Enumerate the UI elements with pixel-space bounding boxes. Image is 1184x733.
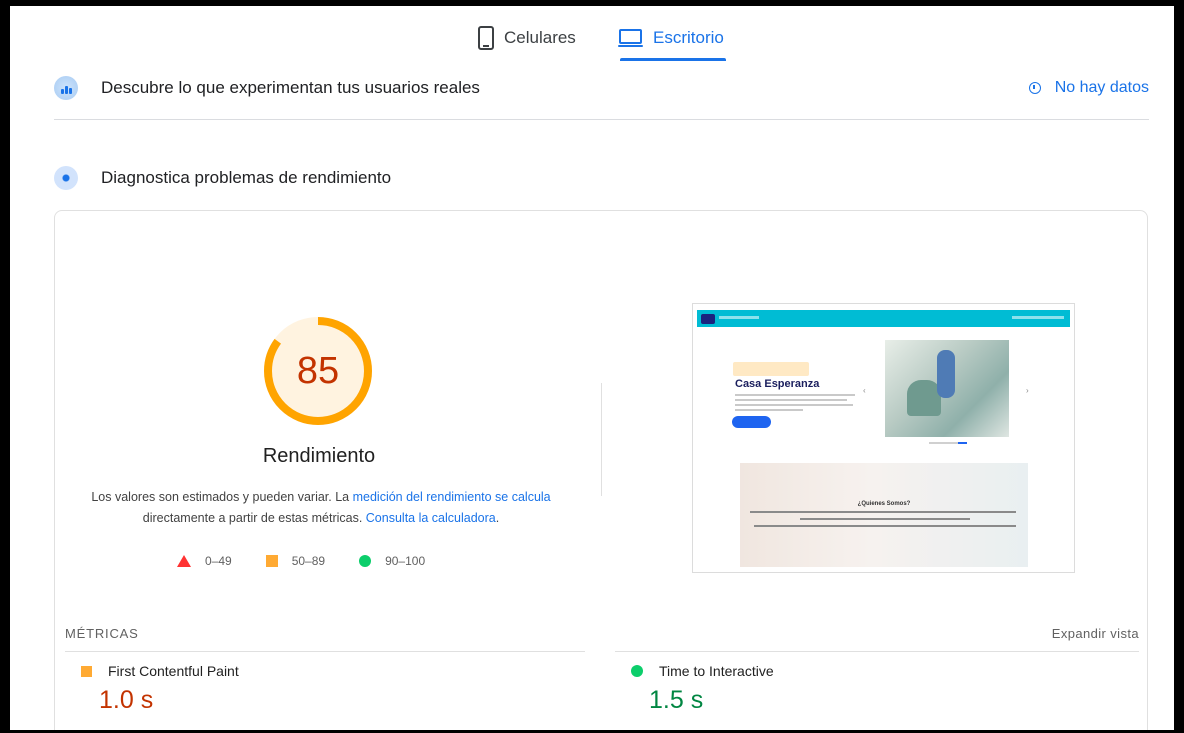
metrics-divider-right [615, 651, 1139, 652]
metric-value: 1.5 s [649, 686, 704, 714]
performance-card: 85 Rendimiento Los valores son estimados… [54, 210, 1148, 730]
chevron-left-icon: ‹ [863, 386, 866, 395]
metric-name: Time to Interactive [659, 663, 774, 679]
legend-item-average: 50–89 [265, 554, 326, 568]
thumb-section-title: ¿Quienes Somos? [857, 501, 911, 507]
field-data-section[interactable]: Descubre lo que experimentan tus usuario… [54, 68, 1149, 108]
info-icon [1028, 82, 1041, 94]
no-data-label: No hay datos [1054, 79, 1149, 96]
expand-view-button[interactable]: Expandir vista [1052, 626, 1139, 641]
tab-desktop[interactable]: Escritorio [618, 20, 724, 56]
legend-item-fail: 0–49 [177, 554, 232, 568]
calculator-link[interactable]: Consulta la calculadora [366, 511, 496, 525]
no-data-link[interactable]: No hay datos [1028, 79, 1149, 97]
thumb-carousel-dots [929, 442, 967, 444]
lab-data-section: Diagnostica problemas de rendimiento [54, 158, 1149, 198]
legend-range-fail: 0–49 [205, 554, 232, 568]
field-data-title: Descubre lo que experimentan tus usuario… [101, 78, 480, 97]
circle-icon [631, 665, 643, 677]
tab-desktop-label: Escritorio [653, 28, 724, 47]
active-tab-indicator [620, 58, 726, 61]
laptop-icon [618, 28, 643, 48]
lab-data-title: Diagnostica problemas de rendimiento [101, 168, 392, 187]
legend-range-average: 50–89 [291, 554, 326, 568]
desc-text-2: directamente a partir de estas métricas. [142, 511, 366, 525]
performance-gauge[interactable]: 85 [262, 315, 374, 427]
metrics-header: MÉTRICAS Expandir vista [65, 623, 1139, 653]
metric-value: 1.0 s [99, 686, 154, 714]
thumb-about-section: ¿Quienes Somos? [740, 463, 1028, 567]
metrics-title: MÉTRICAS [65, 626, 139, 641]
pagespeed-report: Celulares Escritorio Descubre lo que exp… [10, 6, 1174, 730]
metrics-divider-left [65, 651, 585, 652]
legend-item-pass: 90–100 [359, 554, 425, 568]
score-legend: 0–49 50–89 90–100 [177, 551, 459, 571]
measurement-link[interactable]: medición del rendimiento se calcula [353, 490, 551, 504]
device-tabs: Celulares Escritorio [10, 6, 1174, 64]
metric-first-contentful-paint: First Contentful Paint 1.0 s [81, 663, 239, 715]
vertical-divider [601, 383, 602, 496]
performance-label: Rendimiento [262, 445, 376, 467]
thumb-hero-photo [885, 340, 1009, 437]
thumb-navbar [697, 310, 1070, 327]
tab-mobile[interactable]: Celulares [478, 20, 576, 56]
square-icon [265, 555, 278, 567]
desc-text-3: . [495, 511, 500, 525]
triangle-icon [177, 555, 191, 567]
section-divider [54, 119, 1149, 120]
square-icon [81, 665, 92, 677]
tab-mobile-label: Celulares [504, 28, 576, 47]
performance-score: 85 [296, 349, 340, 392]
chevron-right-icon: › [1026, 386, 1029, 395]
thumb-button [732, 416, 771, 428]
circle-icon [359, 555, 372, 567]
desc-text-1: Los valores son estimados y pueden varia… [91, 490, 353, 504]
score-description: Los valores son estimados y pueden varia… [87, 487, 555, 529]
thumb-badge [733, 362, 809, 376]
thumb-logo [701, 314, 715, 324]
metric-name: First Contentful Paint [108, 663, 239, 679]
thumb-hero-title: Casa Esperanza [735, 378, 820, 390]
lab-icon [54, 166, 78, 190]
final-screenshot: Casa Esperanza ‹ › ¿Quienes Somos? [692, 303, 1075, 573]
crux-icon [54, 76, 78, 100]
phone-icon [478, 26, 494, 50]
legend-range-pass: 90–100 [385, 554, 426, 568]
metric-time-to-interactive: Time to Interactive 1.5 s [631, 663, 774, 715]
